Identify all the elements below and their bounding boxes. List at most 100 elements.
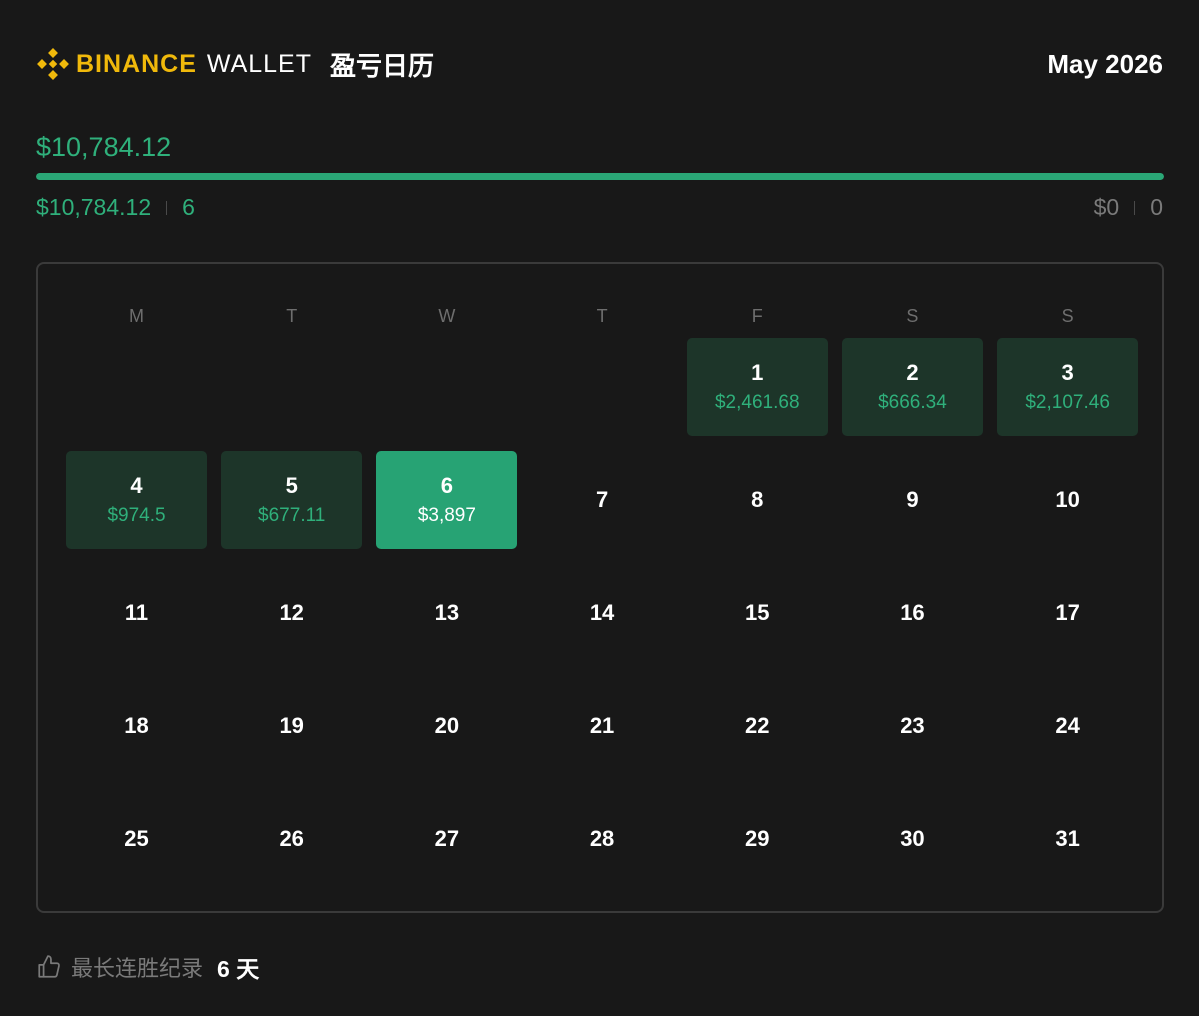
page-title: 盈亏日历 (330, 50, 435, 81)
streak-value: 6 天 (217, 956, 260, 982)
calendar-blank-cell (376, 338, 517, 436)
calendar-day[interactable]: 31 (997, 790, 1138, 888)
day-number: 24 (1055, 713, 1080, 738)
calendar-blank-cell (66, 338, 207, 436)
profit-bar-fill (36, 173, 1164, 180)
day-number: 20 (434, 713, 460, 738)
calendar-day[interactable]: 9 (842, 451, 983, 549)
day-number: 19 (279, 713, 304, 738)
day-number: 21 (589, 713, 615, 738)
day-number: 1 (751, 360, 764, 385)
calendar-day[interactable]: 1 $2,461.68 (686, 338, 828, 436)
calendar-day[interactable]: 30 (842, 790, 983, 888)
calendar-day[interactable]: 5 $677.11 (221, 451, 363, 549)
calendar-day[interactable]: 25 (66, 790, 207, 888)
calendar-day[interactable]: 14 (532, 564, 673, 662)
calendar-day[interactable]: 21 (532, 677, 673, 775)
day-number: 30 (900, 826, 925, 851)
brand-binance-text: BINANCE (76, 49, 197, 78)
profit-total: $10,784.12 (36, 194, 152, 220)
loss-days: 0 (1150, 194, 1163, 220)
streak-record: 最长连胜纪录 6 天 (36, 950, 259, 984)
divider (166, 200, 168, 215)
day-pnl-value: $677.11 (258, 505, 326, 526)
calendar-day[interactable]: 23 (842, 677, 983, 775)
thumbs-up-icon (38, 955, 60, 978)
calendar-day[interactable]: 17 (997, 564, 1138, 662)
day-number: 3 (1061, 360, 1074, 385)
calendar-blank-cell (221, 338, 362, 436)
month-label: May 2026 (1047, 48, 1163, 79)
day-pnl-value: $2,107.46 (1025, 392, 1110, 413)
day-number: 22 (745, 713, 770, 738)
divider (1134, 200, 1136, 215)
binance-logo-icon (37, 48, 69, 80)
calendar-day[interactable]: 10 (997, 451, 1138, 549)
day-number: 13 (434, 600, 460, 625)
weekday-header: M T W T F S S (66, 306, 1138, 327)
weekday-label: S (1061, 306, 1074, 326)
loss-stats: $0 0 (1094, 194, 1163, 221)
total-pnl: $10,784.12 (36, 132, 172, 162)
day-number: 10 (1055, 487, 1080, 512)
day-cells: 1 $2,461.68 2 $666.34 3 $2,107.46 4 $974.5 5 $677… (66, 338, 1139, 888)
calendar-blank-cell (532, 338, 673, 436)
profit-days: 6 (182, 194, 195, 220)
calendar-day[interactable]: 15 (687, 564, 828, 662)
day-number: 15 (745, 600, 770, 625)
calendar-day[interactable]: 19 (221, 677, 362, 775)
day-number: 2 (906, 360, 919, 385)
day-number: 8 (751, 487, 764, 512)
day-pnl-value: $2,461.68 (714, 392, 800, 413)
pnl-calendar-card: BINANCE WALLET 盈亏日历 May 2026 $10,784.12 … (0, 0, 1199, 1016)
header: BINANCE WALLET 盈亏日历 May 2026 (36, 42, 1163, 86)
profit-stats: $10,784.12 6 (36, 194, 195, 221)
brand-logo: BINANCE WALLET 盈亏日历 (36, 46, 434, 83)
calendar-day[interactable]: 3 $2,107.46 (997, 338, 1139, 436)
day-number: 6 (440, 473, 453, 498)
profit-loss-bar (36, 173, 1164, 180)
calendar-day[interactable]: 26 (221, 790, 362, 888)
weekday-label: M (129, 306, 144, 326)
calendar-day[interactable]: 13 (376, 564, 517, 662)
calendar-day[interactable]: 29 (687, 790, 828, 888)
day-pnl-value: $3,897 (417, 505, 476, 526)
day-number: 26 (279, 826, 304, 851)
day-number: 16 (900, 600, 925, 625)
day-number: 9 (906, 487, 919, 512)
calendar-day[interactable]: 11 (66, 564, 207, 662)
calendar-grid: M T W T F S S 1 $2,461.68 2 $666.34 3 $2,107.… (36, 262, 1164, 913)
day-number: 4 (130, 473, 143, 498)
day-number: 5 (285, 473, 298, 498)
day-number: 11 (124, 600, 149, 625)
weekday-label: T (286, 306, 298, 326)
day-number: 27 (434, 826, 460, 851)
calendar-day[interactable]: 7 (532, 451, 673, 549)
calendar-day[interactable]: 28 (532, 790, 673, 888)
calendar-day[interactable]: 18 (66, 677, 207, 775)
streak-label: 最长连胜纪录 (71, 956, 204, 981)
day-number: 31 (1055, 826, 1080, 851)
day-pnl-value: $666.34 (878, 392, 947, 413)
loss-total: $0 (1093, 194, 1120, 220)
day-pnl-value: $974.5 (107, 505, 166, 526)
calendar-day[interactable]: 16 (842, 564, 983, 662)
weekday-label: W (438, 306, 456, 326)
calendar-day[interactable]: 6 $3,897 (376, 451, 518, 549)
weekday-label: F (751, 306, 763, 326)
calendar-day[interactable]: 8 (687, 451, 828, 549)
calendar-day[interactable]: 4 $974.5 (66, 451, 207, 549)
calendar-day[interactable]: 20 (376, 677, 517, 775)
day-number: 12 (279, 600, 304, 625)
calendar-day[interactable]: 27 (376, 790, 517, 888)
calendar-day[interactable]: 2 $666.34 (841, 338, 983, 436)
day-number: 25 (124, 826, 149, 851)
day-number: 17 (1055, 600, 1080, 625)
day-number: 28 (589, 826, 615, 851)
calendar-day[interactable]: 22 (687, 677, 828, 775)
day-number: 7 (595, 487, 609, 512)
calendar-day[interactable]: 12 (221, 564, 362, 662)
weekday-label: S (906, 306, 919, 326)
day-number: 14 (589, 600, 615, 625)
calendar-day[interactable]: 24 (997, 677, 1138, 775)
